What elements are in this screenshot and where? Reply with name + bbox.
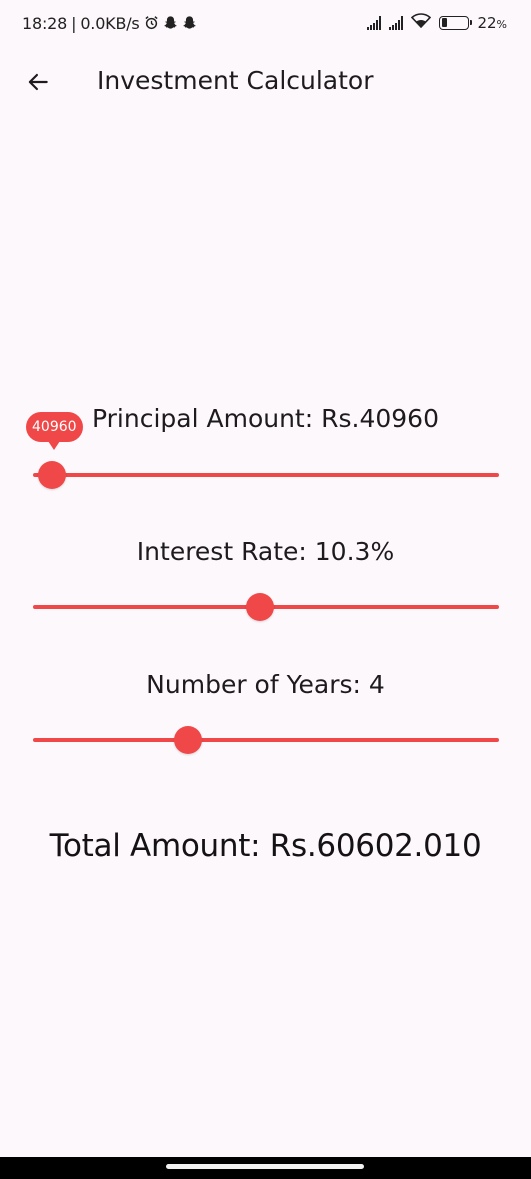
page-title: Investment Calculator	[97, 66, 374, 95]
total-amount: Total Amount: Rs.60602.010	[49, 828, 482, 864]
app-bar: Investment Calculator	[0, 52, 531, 112]
slider-track	[33, 738, 499, 742]
back-button[interactable]	[20, 64, 56, 100]
slider-thumb[interactable]	[246, 593, 274, 621]
slider-value-bubble: 40960	[26, 412, 83, 450]
alarm-icon	[144, 15, 159, 33]
slider-track	[33, 473, 499, 477]
navigation-bar	[0, 1157, 531, 1179]
principal-slider[interactable]: 40960	[26, 412, 499, 490]
screen: 18:28 | 0.0KB/s 22% Investment Calculato…	[0, 0, 531, 1179]
snapchat-icon	[163, 15, 178, 33]
arrow-left-icon	[28, 73, 48, 91]
status-bar: 18:28 | 0.0KB/s 22%	[0, 0, 531, 52]
battery-percent: 22%	[477, 13, 507, 32]
signal-icon	[367, 15, 382, 30]
years-label: Number of Years: 4	[146, 670, 385, 699]
battery-icon	[439, 15, 473, 30]
network-speed: 0.0KB/s	[80, 14, 140, 33]
status-time: 18:28	[22, 14, 68, 33]
interest-rate-label: Interest Rate: 10.3%	[136, 537, 395, 566]
slider-thumb[interactable]	[38, 461, 66, 489]
status-separator: |	[71, 14, 77, 33]
status-right: 22%	[367, 13, 507, 32]
slider-thumb[interactable]	[174, 726, 202, 754]
interest-rate-slider[interactable]	[33, 592, 499, 622]
status-left: 18:28 | 0.0KB/s	[22, 14, 197, 33]
snapchat-icon	[182, 15, 197, 33]
home-indicator[interactable]	[166, 1164, 364, 1169]
signal-icon	[389, 15, 404, 30]
years-slider[interactable]	[33, 725, 499, 755]
wifi-icon	[411, 13, 432, 32]
